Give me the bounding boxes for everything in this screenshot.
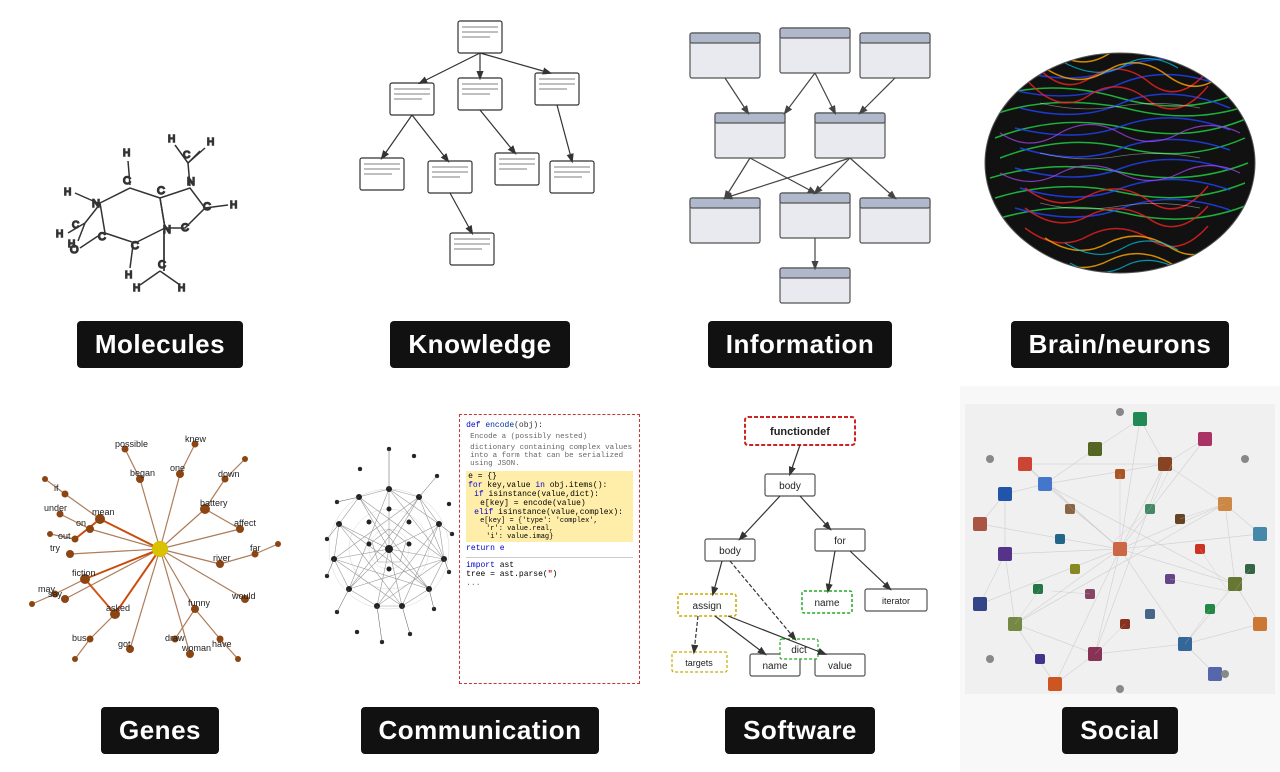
svg-text:river: river — [213, 553, 231, 563]
svg-text:C: C — [158, 259, 166, 271]
svg-text:value: value — [828, 661, 852, 672]
svg-text:mean: mean — [92, 507, 115, 517]
svg-text:far: far — [250, 543, 261, 553]
knowledge-label: Knowledge — [390, 321, 569, 368]
svg-text:functiondef: functiondef — [770, 426, 830, 438]
software-svg: functiondef body body for iterator name — [650, 399, 950, 699]
molecules-label: Molecules — [77, 321, 243, 368]
cell-software: functiondef body body for iterator name — [640, 386, 960, 772]
svg-text:possible: possible — [115, 439, 148, 449]
svg-text:assign: assign — [693, 601, 722, 612]
molecules-visual: N C C N C C N C C H C H H — [0, 0, 320, 326]
svg-text:H: H — [133, 283, 140, 294]
social-svg — [965, 404, 1275, 694]
genes-visual: mean battery river funny asked fiction o… — [0, 386, 320, 712]
svg-text:H: H — [230, 200, 237, 211]
svg-text:name: name — [814, 598, 839, 609]
software-label: Software — [725, 707, 875, 754]
svg-text:C: C — [157, 185, 165, 197]
svg-text:funny: funny — [188, 598, 211, 608]
genes-svg: mean battery river funny asked fiction o… — [10, 399, 310, 699]
svg-text:asked: asked — [106, 603, 130, 613]
svg-text:body: body — [719, 546, 741, 557]
comm-network-svg — [322, 414, 457, 684]
information-visual — [640, 0, 960, 326]
svg-text:down: down — [218, 469, 240, 479]
information-svg — [660, 13, 940, 313]
svg-text:H: H — [178, 283, 185, 294]
svg-text:would: would — [231, 591, 256, 601]
molecules-svg: N C C N C C N C C H C H H — [20, 23, 300, 303]
cell-genes: mean battery river funny asked fiction o… — [0, 386, 320, 772]
knowledge-svg — [340, 13, 620, 313]
information-label: Information — [708, 321, 893, 368]
svg-text:for: for — [834, 536, 846, 547]
svg-text:woman: woman — [181, 643, 211, 653]
brain-visual — [960, 0, 1280, 326]
knowledge-visual — [320, 0, 640, 326]
main-grid: N C C N C C N C C H C H H — [0, 0, 1280, 772]
genes-label: Genes — [101, 707, 219, 754]
svg-text:draw: draw — [165, 633, 185, 643]
svg-text:body: body — [779, 481, 801, 492]
svg-text:out: out — [58, 531, 71, 541]
svg-text:bus: bus — [72, 633, 87, 643]
cell-molecules: N C C N C C N C C H C H H — [0, 0, 320, 386]
svg-text:N: N — [187, 176, 195, 188]
svg-text:C: C — [181, 222, 189, 234]
svg-text:O: O — [70, 244, 79, 256]
svg-text:H: H — [64, 187, 71, 198]
svg-text:H: H — [207, 137, 214, 148]
svg-text:targets: targets — [685, 658, 713, 668]
svg-text:began: began — [130, 468, 155, 478]
communication-label: Communication — [361, 707, 600, 754]
svg-text:may: may — [38, 584, 56, 594]
svg-text:name: name — [762, 661, 787, 672]
svg-text:C: C — [183, 150, 190, 161]
svg-text:H: H — [168, 134, 175, 145]
svg-text:if: if — [54, 483, 59, 493]
svg-text:got: got — [118, 639, 131, 649]
svg-text:H: H — [56, 229, 63, 240]
software-visual: functiondef body body for iterator name — [640, 386, 960, 712]
cell-communication: def encode(obj): Encode a (possibly nest… — [320, 386, 640, 772]
svg-text:iterator: iterator — [882, 596, 910, 606]
communication-visual: def encode(obj): Encode a (possibly nest… — [320, 386, 640, 712]
social-visual — [960, 386, 1280, 712]
svg-text:affect: affect — [234, 518, 256, 528]
svg-text:under: under — [44, 503, 67, 513]
social-label: Social — [1062, 707, 1178, 754]
cell-information: Information — [640, 0, 960, 386]
brain-label: Brain/neurons — [1011, 321, 1230, 368]
cell-brain: Brain/neurons — [960, 0, 1280, 386]
svg-text:H: H — [125, 270, 132, 281]
svg-text:battery: battery — [200, 498, 228, 508]
svg-text:fiction: fiction — [72, 568, 96, 578]
svg-text:H: H — [123, 148, 130, 159]
svg-text:one: one — [170, 463, 185, 473]
cell-social: Social — [960, 386, 1280, 772]
svg-text:on: on — [76, 518, 86, 528]
svg-text:knew: knew — [185, 434, 207, 444]
svg-text:try: try — [50, 543, 60, 553]
svg-text:C: C — [98, 231, 106, 243]
brain-svg — [970, 18, 1270, 308]
cell-knowledge: Knowledge — [320, 0, 640, 386]
svg-text:have: have — [212, 639, 232, 649]
